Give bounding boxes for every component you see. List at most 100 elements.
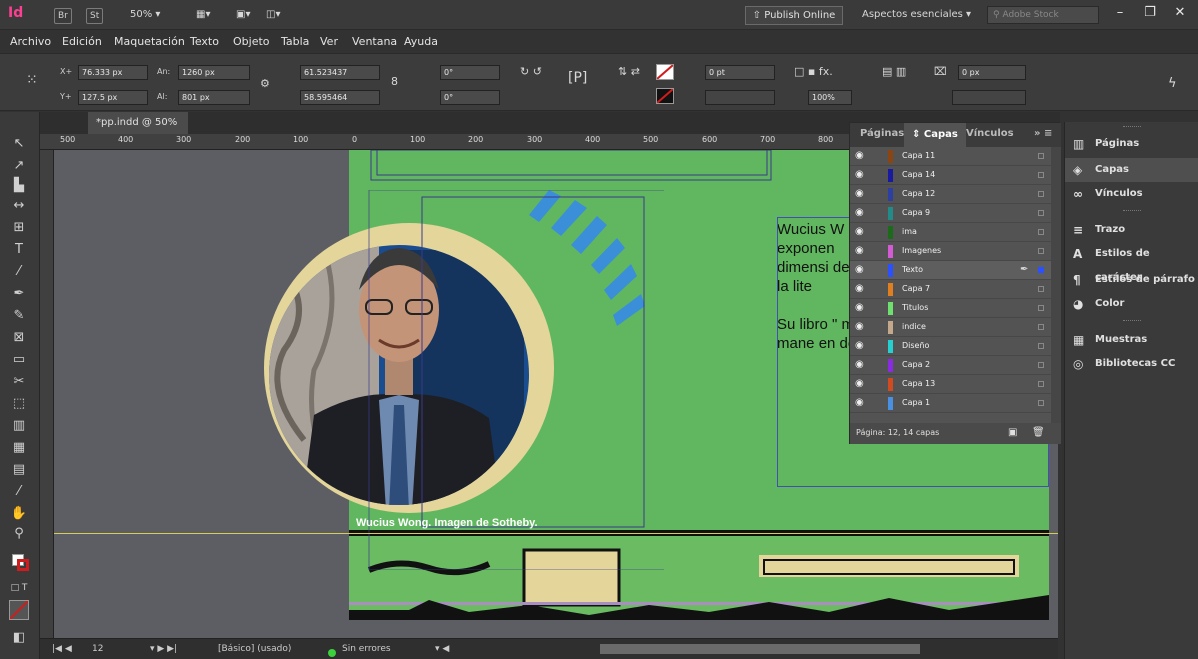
line-tool-icon[interactable]: ⁄: [6, 262, 32, 282]
selection-square-icon[interactable]: [1038, 400, 1044, 406]
layer-row[interactable]: ◉ Imagenes: [850, 242, 1051, 261]
selection-square-icon[interactable]: [1038, 305, 1044, 311]
layer-name[interactable]: Capa 12: [902, 189, 935, 198]
selection-square-icon[interactable]: [1038, 191, 1044, 197]
document-tab[interactable]: *pp.indd @ 50% ×: [88, 112, 188, 150]
panel-menu-icon[interactable]: » ≡: [1034, 128, 1052, 139]
zoom-select[interactable]: 50% ▾: [130, 9, 160, 20]
selection-square-icon[interactable]: [1038, 248, 1044, 254]
page-tool-icon[interactable]: ▙: [6, 176, 32, 196]
layer-row[interactable]: ◉ Capa 13: [850, 375, 1051, 394]
free-transform-tool-icon[interactable]: ⬚: [6, 394, 32, 414]
eyedropper-tool-icon[interactable]: ⁄: [6, 482, 32, 502]
dock-color[interactable]: ◕ Color: [1065, 292, 1198, 316]
visibility-eye-icon[interactable]: ◉: [855, 321, 864, 332]
layer-row[interactable]: ◉ Capa 12: [850, 185, 1051, 204]
dock-estilos-caracter[interactable]: A Estilos de carácter: [1065, 242, 1198, 283]
reference-point-icon[interactable]: ⁙: [26, 73, 38, 87]
zoom-tool-icon[interactable]: ⚲: [6, 524, 32, 544]
quick-apply-icon[interactable]: ϟ: [1168, 77, 1177, 90]
layer-name[interactable]: Titulos: [902, 303, 928, 312]
constrain-proportions-icon[interactable]: ⚙: [260, 78, 270, 90]
layer-name[interactable]: Capa 9: [902, 208, 930, 217]
menu-objeto[interactable]: Objeto: [233, 35, 270, 48]
corner-shape-select[interactable]: [952, 90, 1026, 105]
stroke-type-select[interactable]: [705, 90, 775, 105]
selection-square-icon[interactable]: [1038, 153, 1044, 159]
workspace-switcher[interactable]: Aspectos esenciales ▾: [862, 9, 971, 20]
layer-row[interactable]: ◉ Capa 7: [850, 280, 1051, 299]
hand-tool-icon[interactable]: ✋: [6, 504, 32, 524]
tab-capas[interactable]: ⇕ Capas: [904, 123, 966, 147]
tab-vinculos[interactable]: Vínculos: [966, 128, 1014, 139]
x-field[interactable]: 76.333 px: [78, 65, 148, 80]
visibility-eye-icon[interactable]: ◉: [855, 283, 864, 294]
gradient-feather-icon[interactable]: ▦: [6, 438, 32, 458]
visibility-eye-icon[interactable]: ◉: [855, 340, 864, 351]
layer-name[interactable]: Capa 1: [902, 398, 930, 407]
layers-scrollbar[interactable]: [1051, 147, 1061, 423]
menu-ventana[interactable]: Ventana: [352, 35, 397, 48]
menu-archivo[interactable]: Archivo: [10, 35, 51, 48]
minimize-button[interactable]: –: [1106, 4, 1134, 24]
stroke-weight-field[interactable]: 0 pt: [705, 65, 775, 80]
fill-none-swatch[interactable]: [656, 64, 674, 80]
gap-tool-icon[interactable]: ↔: [6, 196, 32, 216]
layer-name[interactable]: Capa 14: [902, 170, 935, 179]
menu-ayuda[interactable]: Ayuda: [404, 35, 438, 48]
layer-row[interactable]: ◉ indice: [850, 318, 1051, 337]
menu-texto[interactable]: Texto: [190, 35, 219, 48]
layer-row[interactable]: ◉ Capa 14: [850, 166, 1051, 185]
selection-square-icon[interactable]: [1038, 362, 1044, 368]
selection-tool-icon[interactable]: ↖: [6, 134, 32, 154]
screen-mode-tool-icon[interactable]: ◧: [6, 628, 32, 648]
arrange-documents-icon[interactable]: ◫▾: [266, 9, 280, 20]
pen-tool-icon[interactable]: ✒: [6, 284, 32, 304]
effects-icon[interactable]: □ ▪ fx.: [794, 66, 833, 78]
apply-none-icon[interactable]: [9, 600, 29, 620]
layer-row[interactable]: ◉ Capa 9: [850, 204, 1051, 223]
dock-bibliotecas-cc[interactable]: ◎ Bibliotecas CC: [1065, 352, 1198, 376]
layer-row[interactable]: ◉ Capa 1: [850, 394, 1051, 413]
visibility-eye-icon[interactable]: ◉: [855, 150, 864, 161]
selection-square-icon[interactable]: [1038, 210, 1044, 216]
visibility-eye-icon[interactable]: ◉: [855, 359, 864, 370]
rectangle-frame-tool-icon[interactable]: ⊠: [6, 328, 32, 348]
visibility-eye-icon[interactable]: ◉: [855, 245, 864, 256]
dock-capas[interactable]: ◈ Capas: [1065, 158, 1198, 182]
delete-layer-icon[interactable]: 🗑: [1032, 427, 1045, 438]
portrait-frame[interactable]: [244, 190, 664, 570]
vertical-ruler[interactable]: [40, 150, 54, 638]
photo-caption[interactable]: Wucius Wong. Imagen de Sotheby.: [356, 517, 538, 529]
selection-square-icon[interactable]: [1038, 324, 1044, 330]
content-collector-icon[interactable]: ⊞: [6, 218, 32, 238]
publish-online-button[interactable]: ⇧ Publish Online: [745, 6, 843, 25]
selection-square-icon[interactable]: [1038, 267, 1044, 273]
note-tool-icon[interactable]: ▤: [6, 460, 32, 480]
y-field[interactable]: 127.5 px: [78, 90, 148, 105]
dock-paginas[interactable]: ▥ Páginas: [1065, 132, 1198, 156]
menu-tabla[interactable]: Tabla: [281, 35, 309, 48]
layer-name[interactable]: Imagenes: [902, 246, 941, 255]
next-page-icon[interactable]: ▾ ▶ ▶|: [150, 644, 177, 654]
selection-square-icon[interactable]: [1038, 343, 1044, 349]
layer-name[interactable]: Capa 11: [902, 151, 935, 160]
master-page-label[interactable]: [Básico] (usado): [218, 644, 291, 654]
dock-vinculos[interactable]: ∞ Vínculos: [1065, 182, 1198, 206]
menu-ver[interactable]: Ver: [320, 35, 338, 48]
formatting-affects-icon[interactable]: □ T: [6, 578, 32, 598]
rotate-field[interactable]: 0°: [440, 65, 500, 80]
rectangle-tool-icon[interactable]: ▭: [6, 350, 32, 370]
type-tool-icon[interactable]: T: [6, 240, 32, 260]
close-button[interactable]: ✕: [1166, 4, 1194, 24]
layer-name[interactable]: indice: [902, 322, 926, 331]
visibility-eye-icon[interactable]: ◉: [855, 169, 864, 180]
corner-size-field[interactable]: 0 px: [958, 65, 1026, 80]
layer-row[interactable]: ◉ Texto ✒: [850, 261, 1051, 280]
visibility-eye-icon[interactable]: ◉: [855, 302, 864, 313]
layer-name[interactable]: Capa 2: [902, 360, 930, 369]
scale-x-field[interactable]: 61.523437: [300, 65, 380, 80]
corner-options-icon[interactable]: ⌧: [934, 66, 947, 78]
stock-button[interactable]: St: [86, 8, 104, 24]
new-layer-icon[interactable]: ▣: [1008, 427, 1017, 438]
